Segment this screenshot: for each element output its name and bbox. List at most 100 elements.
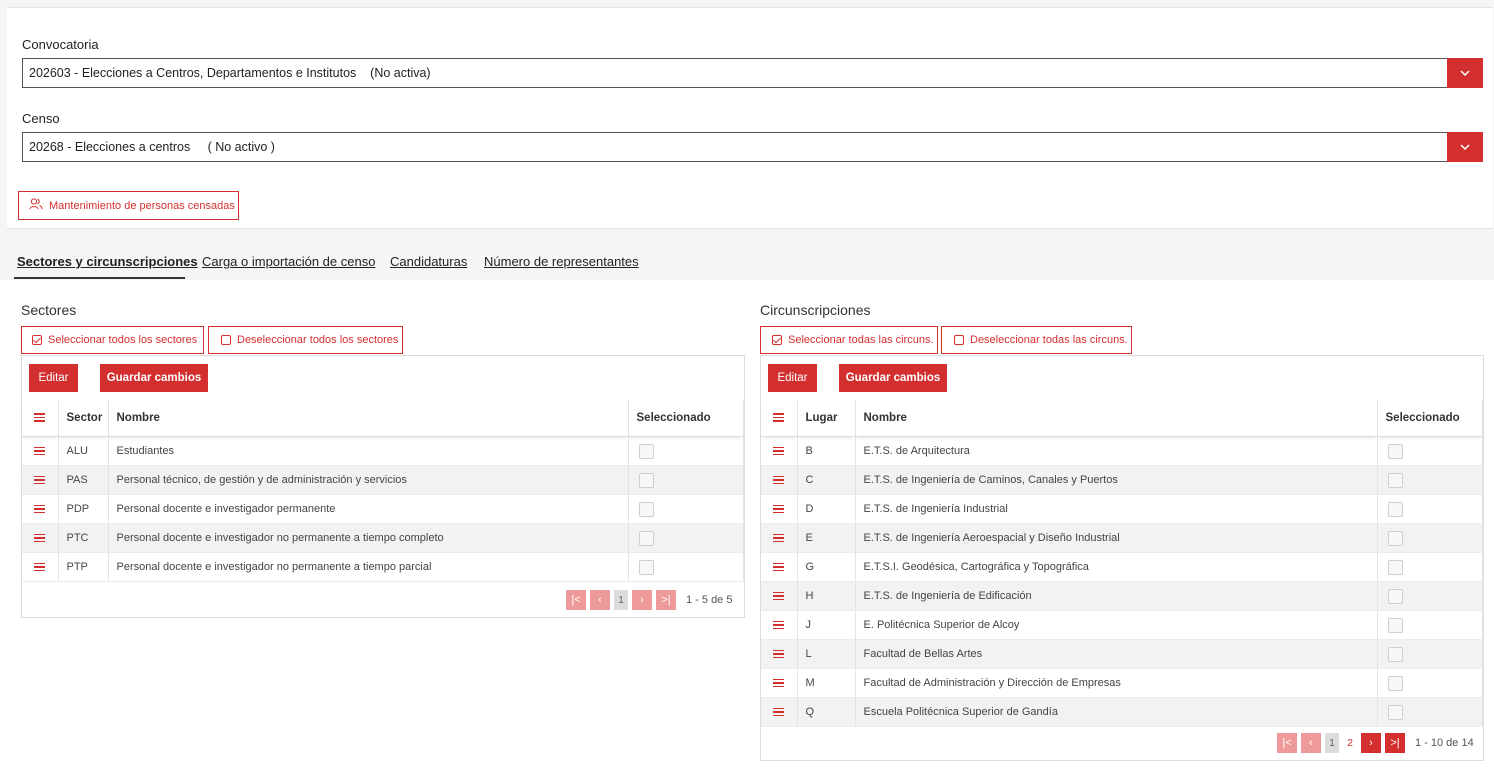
selected-checkbox[interactable]	[1387, 443, 1403, 459]
circuns-edit-button[interactable]: Editar	[768, 364, 817, 392]
chevron-down-icon[interactable]	[1447, 132, 1483, 162]
next-page-icon[interactable]: ›	[1361, 733, 1381, 753]
selected-checkbox[interactable]	[1387, 704, 1403, 720]
row-menu-cell[interactable]	[761, 668, 798, 698]
selected-checkbox[interactable]	[1387, 646, 1403, 662]
last-page-icon[interactable]: >|	[656, 590, 676, 610]
chevron-down-icon[interactable]	[1447, 58, 1483, 88]
selected-checkbox[interactable]	[1387, 501, 1403, 517]
tab-candidaturas[interactable]: Candidaturas	[390, 254, 467, 269]
row-menu-cell[interactable]	[761, 523, 798, 553]
selected-checkbox[interactable]	[1387, 588, 1403, 604]
row-menu-cell[interactable]	[761, 436, 798, 466]
menu-icon[interactable]	[773, 533, 785, 543]
tab-sectores[interactable]: Sectores y circunscripciones	[17, 254, 198, 269]
column-header[interactable]: Sector	[58, 400, 109, 437]
selected-checkbox[interactable]	[1387, 559, 1403, 575]
sectores-save-button[interactable]: Guardar cambios	[100, 364, 208, 392]
menu-icon[interactable]	[773, 475, 785, 485]
row-menu-cell[interactable]	[761, 639, 798, 669]
table-row[interactable]: J E. Politécnica Superior de Alcoy	[761, 610, 1483, 640]
menu-icon[interactable]	[773, 649, 785, 659]
last-page-icon[interactable]: >|	[1385, 733, 1405, 753]
table-row[interactable]: E E.T.S. de Ingeniería Aeroespacial y Di…	[761, 523, 1483, 553]
menu-icon[interactable]	[773, 446, 785, 456]
selected-cell	[628, 436, 744, 466]
page-number-current[interactable]: 1	[1325, 733, 1339, 753]
menu-icon[interactable]	[773, 413, 785, 422]
row-menu-cell[interactable]	[761, 494, 798, 524]
selected-checkbox[interactable]	[638, 443, 654, 459]
prev-page-icon[interactable]: ‹	[1301, 733, 1321, 753]
table-row[interactable]: PDP Personal docente e investigador perm…	[22, 494, 744, 524]
row-menu-cell[interactable]	[22, 436, 59, 466]
table-row[interactable]: B E.T.S. de Arquitectura	[761, 436, 1483, 466]
next-page-icon[interactable]: ›	[632, 590, 652, 610]
row-menu-cell[interactable]	[22, 494, 59, 524]
table-row[interactable]: PAS Personal técnico, de gestión y de ad…	[22, 465, 744, 495]
selected-checkbox[interactable]	[1387, 617, 1403, 633]
selected-checkbox[interactable]	[638, 530, 654, 546]
deselect-all-sectores-button[interactable]: Deseleccionar todos los sectores	[208, 326, 403, 354]
selected-checkbox[interactable]	[1387, 530, 1403, 546]
row-menu-cell[interactable]	[22, 465, 59, 495]
row-menu-cell[interactable]	[22, 552, 59, 582]
selected-checkbox[interactable]	[638, 472, 654, 488]
table-row[interactable]: PTP Personal docente e investigador no p…	[22, 552, 744, 582]
prev-page-icon[interactable]: ‹	[590, 590, 610, 610]
row-menu-cell[interactable]	[761, 581, 798, 611]
menu-icon[interactable]	[773, 591, 785, 601]
column-header[interactable]: Seleccionado	[1377, 400, 1483, 437]
menu-icon[interactable]	[773, 562, 785, 572]
sectores-edit-button[interactable]: Editar	[29, 364, 78, 392]
row-menu-cell[interactable]	[761, 697, 798, 727]
table-row[interactable]: G E.T.S.I. Geodésica, Cartográfica y Top…	[761, 552, 1483, 582]
table-row[interactable]: L Facultad de Bellas Artes	[761, 639, 1483, 669]
first-page-icon[interactable]: |<	[1277, 733, 1297, 753]
page-number-link[interactable]: 2	[1343, 733, 1357, 753]
lugar-code: L	[797, 639, 856, 669]
convocatoria-select[interactable]: 202603 - Elecciones a Centros, Departame…	[22, 58, 1483, 88]
page-number[interactable]: 1	[614, 590, 628, 610]
menu-icon[interactable]	[773, 504, 785, 514]
menu-icon[interactable]	[34, 446, 46, 456]
column-header[interactable]: Nombre	[108, 400, 629, 437]
row-menu-cell[interactable]	[22, 523, 59, 553]
row-menu-cell[interactable]	[761, 552, 798, 582]
tab-representantes[interactable]: Número de representantes	[484, 254, 639, 269]
menu-icon[interactable]	[34, 533, 46, 543]
table-row[interactable]: D E.T.S. de Ingeniería Industrial	[761, 494, 1483, 524]
column-header[interactable]: Seleccionado	[628, 400, 744, 437]
menu-icon[interactable]	[34, 475, 46, 485]
select-all-circuns-button[interactable]: Seleccionar todas las circuns.	[760, 326, 938, 354]
selected-checkbox[interactable]	[1387, 472, 1403, 488]
selected-checkbox[interactable]	[1387, 675, 1403, 691]
selected-checkbox[interactable]	[638, 559, 654, 575]
table-row[interactable]: PTC Personal docente e investigador no p…	[22, 523, 744, 553]
selected-checkbox[interactable]	[638, 501, 654, 517]
table-row[interactable]: ALU Estudiantes	[22, 436, 744, 466]
select-all-sectores-button[interactable]: Seleccionar todos los sectores	[21, 326, 204, 354]
column-menu-header[interactable]	[761, 400, 798, 437]
table-row[interactable]: H E.T.S. de Ingeniería de Edificación	[761, 581, 1483, 611]
column-header[interactable]: Nombre	[855, 400, 1378, 437]
menu-icon[interactable]	[773, 620, 785, 630]
tab-carga-censo[interactable]: Carga o importación de censo	[202, 254, 375, 269]
censo-select[interactable]: 20268 - Elecciones a centros ( No activo…	[22, 132, 1483, 162]
menu-icon[interactable]	[773, 678, 785, 688]
column-menu-header[interactable]	[22, 400, 59, 437]
table-row[interactable]: M Facultad de Administración y Dirección…	[761, 668, 1483, 698]
row-menu-cell[interactable]	[761, 465, 798, 495]
menu-icon[interactable]	[34, 562, 46, 572]
row-menu-cell[interactable]	[761, 610, 798, 640]
menu-icon[interactable]	[34, 504, 46, 514]
table-row[interactable]: Q Escuela Politécnica Superior de Gandía	[761, 697, 1483, 727]
circuns-save-button[interactable]: Guardar cambios	[839, 364, 947, 392]
menu-icon[interactable]	[34, 413, 46, 422]
maintenance-button[interactable]: Mantenimiento de personas censadas	[18, 191, 239, 220]
column-header[interactable]: Lugar	[797, 400, 856, 437]
deselect-all-circuns-button[interactable]: Deseleccionar todas las circuns.	[941, 326, 1132, 354]
table-row[interactable]: C E.T.S. de Ingeniería de Caminos, Canal…	[761, 465, 1483, 495]
menu-icon[interactable]	[773, 707, 785, 717]
first-page-icon[interactable]: |<	[566, 590, 586, 610]
